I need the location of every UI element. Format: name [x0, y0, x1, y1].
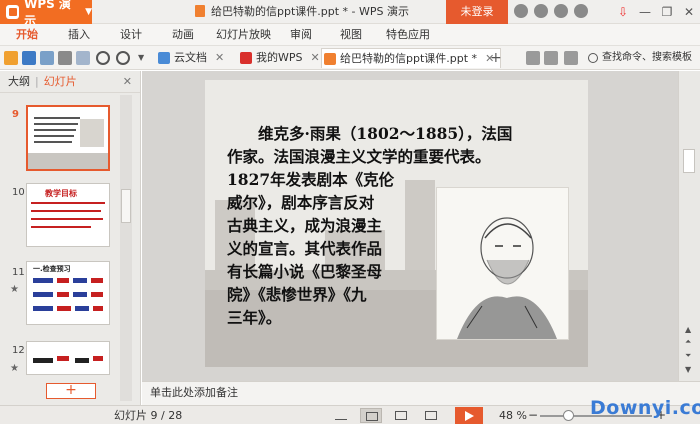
editor-scrollbar[interactable]: ▲ ⏶ ⏷ ▼	[678, 71, 700, 381]
text-line: 威尔》，剧本序言反对	[227, 193, 375, 212]
slides-panel: 大纲 | 幻灯片 ✕ 9 10 教学目标 11 ★ 一.检查预习 12 ★ +	[0, 71, 141, 405]
tab-my-wps[interactable]: 我的WPS ✕	[238, 48, 320, 68]
animation-star-icon: ★	[10, 363, 19, 374]
reading-view-button[interactable]	[420, 408, 442, 423]
window-title: 给巴特勒的信ppt课件.ppt * - WPS 演示	[195, 0, 409, 24]
slide-thumbnail-11[interactable]: 一.检查预习	[26, 261, 110, 325]
skin-icon[interactable]	[514, 4, 528, 18]
prev-slide-icon[interactable]: ⏶	[685, 337, 691, 347]
panel-scrollbar[interactable]	[120, 95, 132, 401]
login-button[interactable]: 未登录	[446, 0, 508, 24]
panel-tabs: 大纲 | 幻灯片 ✕	[0, 71, 140, 93]
menu-home[interactable]: 开始	[16, 24, 38, 46]
close-icon[interactable]: ✕	[123, 71, 132, 93]
add-slide-button[interactable]: +	[46, 383, 96, 399]
text-line: 三年》。	[227, 308, 282, 327]
slide-number: 10	[12, 187, 25, 198]
tab-slides[interactable]: 幻灯片	[44, 75, 77, 88]
menu-features[interactable]: 特色应用	[386, 24, 430, 46]
menu-view[interactable]: 视图	[340, 24, 362, 46]
text-line: 作家。法国浪漫主义文学的重要代表。	[227, 147, 491, 166]
scrollbar-thumb[interactable]	[683, 149, 695, 173]
download-icon[interactable]: ⇩	[612, 0, 634, 24]
wps-logo-icon	[6, 5, 20, 19]
menu-review[interactable]: 审阅	[290, 24, 312, 46]
window-list-icon[interactable]	[564, 51, 578, 65]
menu-slideshow[interactable]: 幻灯片放映	[216, 24, 271, 46]
menu-animation[interactable]: 动画	[172, 24, 194, 46]
text-line: 1827年发表剧本《克伦	[227, 170, 395, 189]
share-icon[interactable]	[534, 4, 548, 18]
ppt-file-icon	[195, 5, 205, 17]
ppt-file-icon	[324, 53, 336, 65]
print-preview-icon[interactable]	[76, 51, 90, 65]
title-bar: WPS 演示 ▼ 给巴特勒的信ppt课件.ppt * - WPS 演示 未登录 …	[0, 0, 700, 28]
close-tab-icon[interactable]: ✕	[311, 51, 320, 64]
next-slide-icon[interactable]: ⏷	[685, 351, 691, 361]
help-icon[interactable]	[574, 4, 588, 18]
slide-number: 9	[12, 109, 19, 120]
menu-design[interactable]: 设计	[120, 24, 142, 46]
open-icon[interactable]	[4, 51, 18, 65]
window-controls: ⇩ — ❐ ✕	[612, 0, 700, 24]
scrollbar-thumb[interactable]	[121, 189, 131, 223]
minimize-button[interactable]: —	[634, 0, 656, 24]
text-line: 院》《悲惨世界》《九	[227, 285, 367, 304]
text-line: 有长篇小说《巴黎圣母	[227, 262, 383, 281]
normal-view-button[interactable]	[360, 408, 382, 423]
close-button[interactable]: ✕	[678, 0, 700, 24]
text-line: 古典主义，成为浪漫主	[227, 216, 383, 235]
slide-thumbnail-12[interactable]	[26, 341, 110, 375]
maximize-button[interactable]: ❐	[656, 0, 678, 24]
slide-canvas[interactable]: 维克多·雨果（1802～1885），法国 作家。法国浪漫主义文学的重要代表。 1…	[205, 80, 588, 367]
notes-toggle-button[interactable]	[330, 408, 352, 423]
cloud-doc-icon	[158, 52, 170, 64]
slide-body-text[interactable]: 维克多·雨果（1802～1885），法国 作家。法国浪漫主义文学的重要代表。 1…	[227, 122, 567, 329]
zoom-level[interactable]: 48 %	[499, 406, 527, 424]
watermark: Downyi.com	[590, 397, 700, 419]
tile-icon[interactable]	[544, 51, 558, 65]
chevron-down-icon: ▼	[85, 7, 92, 17]
text-line: 维克多·雨果（1802～1885），法国	[227, 124, 513, 143]
redo-icon[interactable]	[116, 51, 130, 65]
titlebar-icons	[514, 4, 588, 18]
menu-insert[interactable]: 插入	[68, 24, 90, 46]
undo-icon[interactable]	[96, 51, 110, 65]
presentation-icon[interactable]	[526, 51, 540, 65]
close-tab-icon[interactable]: ✕	[215, 51, 224, 64]
slide-number: 12	[12, 345, 25, 356]
menu-bar: 开始 插入 设计 动画 幻灯片放映 审阅 视图 特色应用	[0, 24, 700, 46]
command-search[interactable]: 查找命令、搜索模板	[588, 48, 692, 68]
slide-number: 11	[12, 267, 25, 278]
animation-star-icon: ★	[10, 284, 19, 295]
customize-toolbar-icon[interactable]: ▼	[138, 51, 152, 65]
tab-current-document[interactable]: 给巴特勒的信ppt课件.ppt * ✕	[321, 48, 502, 68]
play-slideshow-button[interactable]	[455, 407, 483, 424]
new-tab-icon[interactable]: +	[490, 51, 504, 65]
print-icon[interactable]	[58, 51, 72, 65]
app-menu-button[interactable]: WPS 演示 ▼	[0, 0, 92, 28]
tab-cloud-docs[interactable]: 云文档 ✕	[156, 48, 224, 68]
slide-thumbnail-9[interactable]	[26, 105, 110, 171]
export-pdf-icon[interactable]	[40, 51, 54, 65]
slide-counter: 幻灯片 9 / 28	[114, 409, 183, 422]
save-icon[interactable]	[22, 51, 36, 65]
zoom-slider-handle[interactable]	[563, 410, 574, 421]
quick-toolbar: ▼ 云文档 ✕ 我的WPS ✕ 给巴特勒的信ppt课件.ppt * ✕ + 查找命令、…	[0, 46, 700, 70]
slide-editor: 维克多·雨果（1802～1885），法国 作家。法国浪漫主义文学的重要代表。 1…	[142, 71, 678, 381]
tab-outline[interactable]: 大纲	[8, 75, 30, 88]
text-line: 义的宣言。其代表作品	[227, 239, 383, 258]
portrait-thumb	[80, 119, 104, 147]
zoom-out-button[interactable]: −	[528, 406, 538, 424]
feedback-icon[interactable]	[554, 4, 568, 18]
slide-thumbnail-10[interactable]: 教学目标	[26, 183, 110, 247]
slide-sorter-button[interactable]	[390, 408, 412, 423]
scroll-up-icon[interactable]: ▲	[685, 325, 691, 334]
scroll-down-icon[interactable]: ▼	[685, 365, 691, 374]
wps-icon	[240, 52, 252, 64]
